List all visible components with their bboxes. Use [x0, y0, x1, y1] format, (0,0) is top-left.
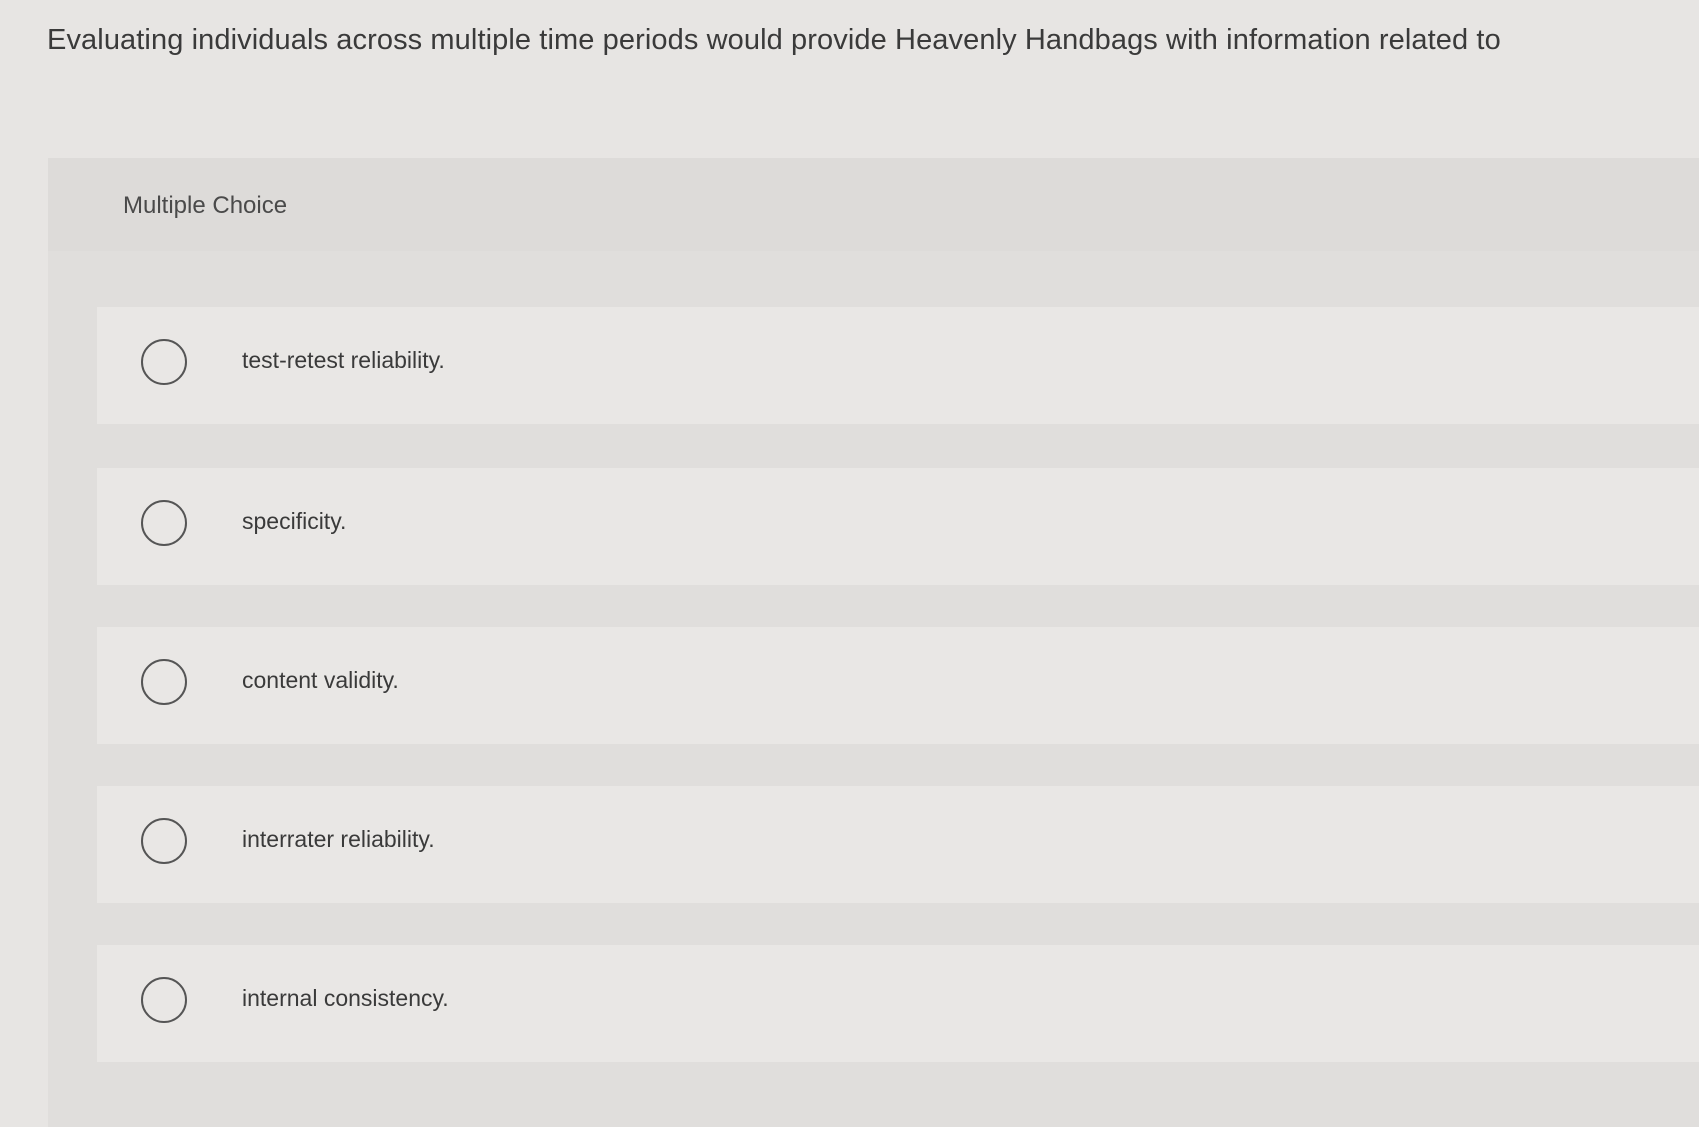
option-internal-consistency[interactable]: internal consistency.: [97, 945, 1699, 1062]
option-label: specificity.: [242, 508, 347, 534]
multiple-choice-label: Multiple Choice: [123, 192, 288, 219]
option-interrater-reliability[interactable]: interrater reliability.: [97, 786, 1699, 903]
option-label: test-retest reliability.: [242, 347, 445, 373]
radio-button-icon[interactable]: [141, 339, 187, 385]
option-label: interrater reliability.: [242, 826, 435, 852]
radio-button-icon[interactable]: [141, 977, 187, 1023]
option-label: content validity.: [242, 667, 399, 693]
option-specificity[interactable]: specificity.: [97, 468, 1699, 585]
radio-button-icon[interactable]: [141, 500, 187, 546]
question-text: Evaluating individuals across multiple t…: [47, 24, 1501, 56]
multiple-choice-panel: Multiple Choice test-retest reliability.…: [48, 158, 1699, 1127]
option-label: internal consistency.: [242, 985, 449, 1011]
option-content-validity[interactable]: content validity.: [97, 627, 1699, 744]
multiple-choice-header: Multiple Choice: [48, 158, 1699, 251]
radio-button-icon[interactable]: [141, 818, 187, 864]
option-test-retest-reliability[interactable]: test-retest reliability.: [97, 307, 1699, 424]
radio-button-icon[interactable]: [141, 659, 187, 705]
